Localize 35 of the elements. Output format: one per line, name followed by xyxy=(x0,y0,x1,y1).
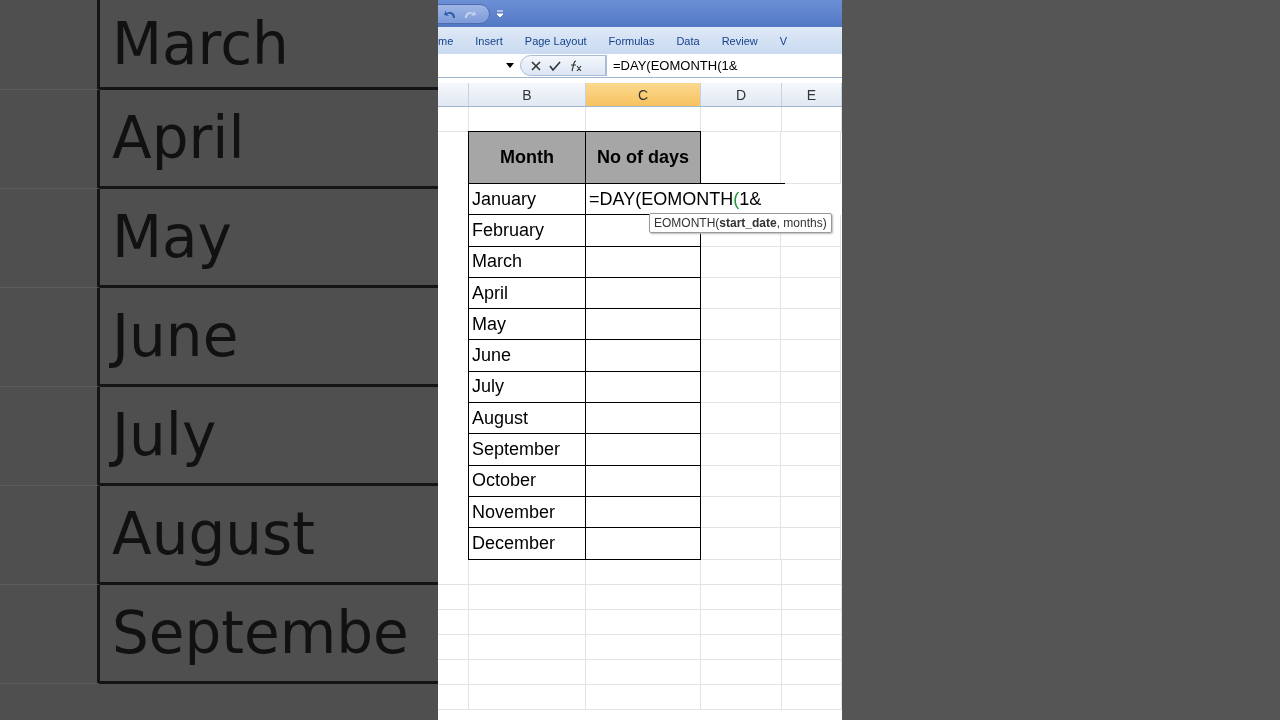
grid-cell xyxy=(438,107,469,132)
ribbon-tab[interactable]: Formulas xyxy=(597,34,666,47)
ribbon-tab[interactable]: V xyxy=(768,34,799,47)
ribbon-tab[interactable]: me xyxy=(438,34,465,47)
grid-cell xyxy=(781,277,841,310)
function-icon[interactable] xyxy=(569,59,583,72)
function-tooltip: EOMONTH(start_date, months) xyxy=(649,213,832,233)
cancel-icon[interactable] xyxy=(531,60,541,71)
grid-cell xyxy=(781,371,841,404)
grid-cell xyxy=(438,609,469,635)
ribbon-tab[interactable]: Data xyxy=(665,34,711,47)
grid-cell xyxy=(781,403,841,435)
grid-cell xyxy=(438,559,469,585)
table-cell: December xyxy=(468,527,586,560)
grid-cell xyxy=(438,584,469,610)
column-header[interactable]: C xyxy=(586,83,701,106)
grid-cell xyxy=(438,634,469,660)
ribbon-tab[interactable]: Page Layout xyxy=(513,34,598,47)
grid-cell xyxy=(781,246,841,278)
grid-cell xyxy=(781,496,841,529)
column-heading: No of days xyxy=(585,131,701,184)
ribbon-tab[interactable]: Insert xyxy=(464,34,514,47)
grid-cell xyxy=(438,684,469,710)
grid-cell xyxy=(781,465,841,497)
grid-cell xyxy=(781,434,841,466)
column-header[interactable]: D xyxy=(701,83,782,106)
grid-cell xyxy=(781,340,841,372)
grid-cell xyxy=(781,309,841,341)
caret-icon[interactable] xyxy=(496,9,504,18)
dropdown-icon[interactable] xyxy=(506,63,514,68)
column-heading: Month xyxy=(468,131,586,184)
check-icon[interactable] xyxy=(549,60,561,71)
grid-cell xyxy=(781,528,841,560)
grid-cell xyxy=(438,659,469,685)
ribbon-tab[interactable]: Review xyxy=(710,34,769,47)
